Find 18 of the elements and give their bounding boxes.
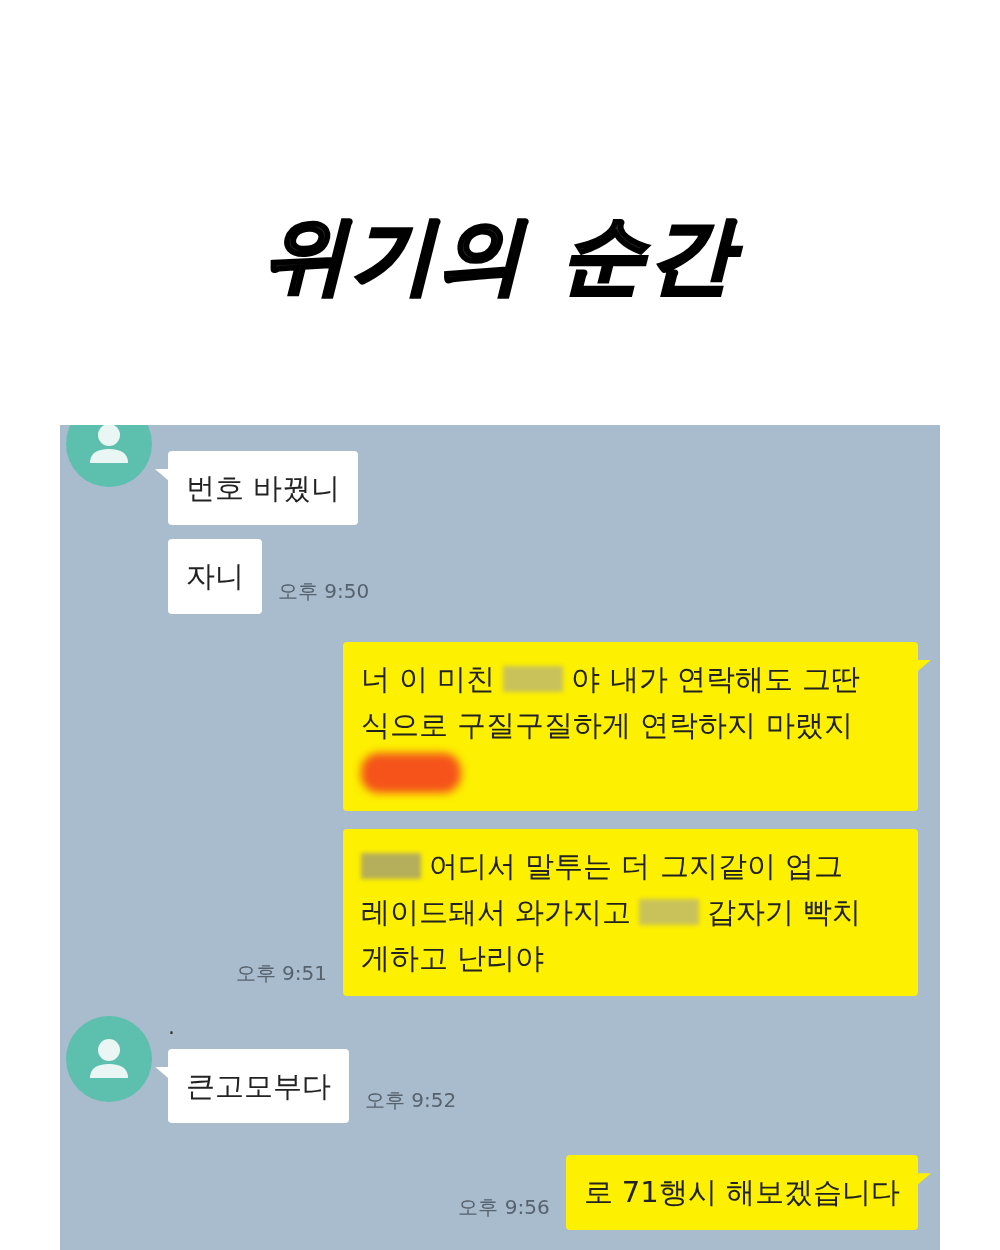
message-text: 레이드돼서 와가지고 <box>361 893 632 931</box>
avatar-icon[interactable] <box>66 425 152 487</box>
sender-name: · <box>168 1018 176 1047</box>
message-text: 갑자기 빡치 <box>707 893 862 931</box>
message-text: 자니 <box>186 558 244 596</box>
message-time: 오후 9:50 <box>278 577 370 605</box>
message-time: 오후 9:56 <box>458 1193 550 1221</box>
message-text: 너 이 미친 <box>361 660 496 698</box>
message-text: 야 내가 연락해도 그딴 <box>571 660 861 698</box>
page-title: 위기의 순간 <box>0 0 1000 425</box>
message-text: 게하고 난리야 <box>361 940 545 978</box>
message-time: 오후 9:51 <box>235 959 327 987</box>
message-text: 어디서 말투는 더 그지같이 업그 <box>429 847 843 885</box>
message-text: 번호 바꿨니 <box>186 470 341 507</box>
message-text: 식으로 구질구질하게 연락하지 마랬지 <box>361 707 853 745</box>
message-text: 큰고모부다 <box>186 1067 331 1105</box>
message-text: 로 71행시 해보겠습니다 <box>583 1174 900 1212</box>
message-time: 오후 9:52 <box>365 1087 457 1115</box>
